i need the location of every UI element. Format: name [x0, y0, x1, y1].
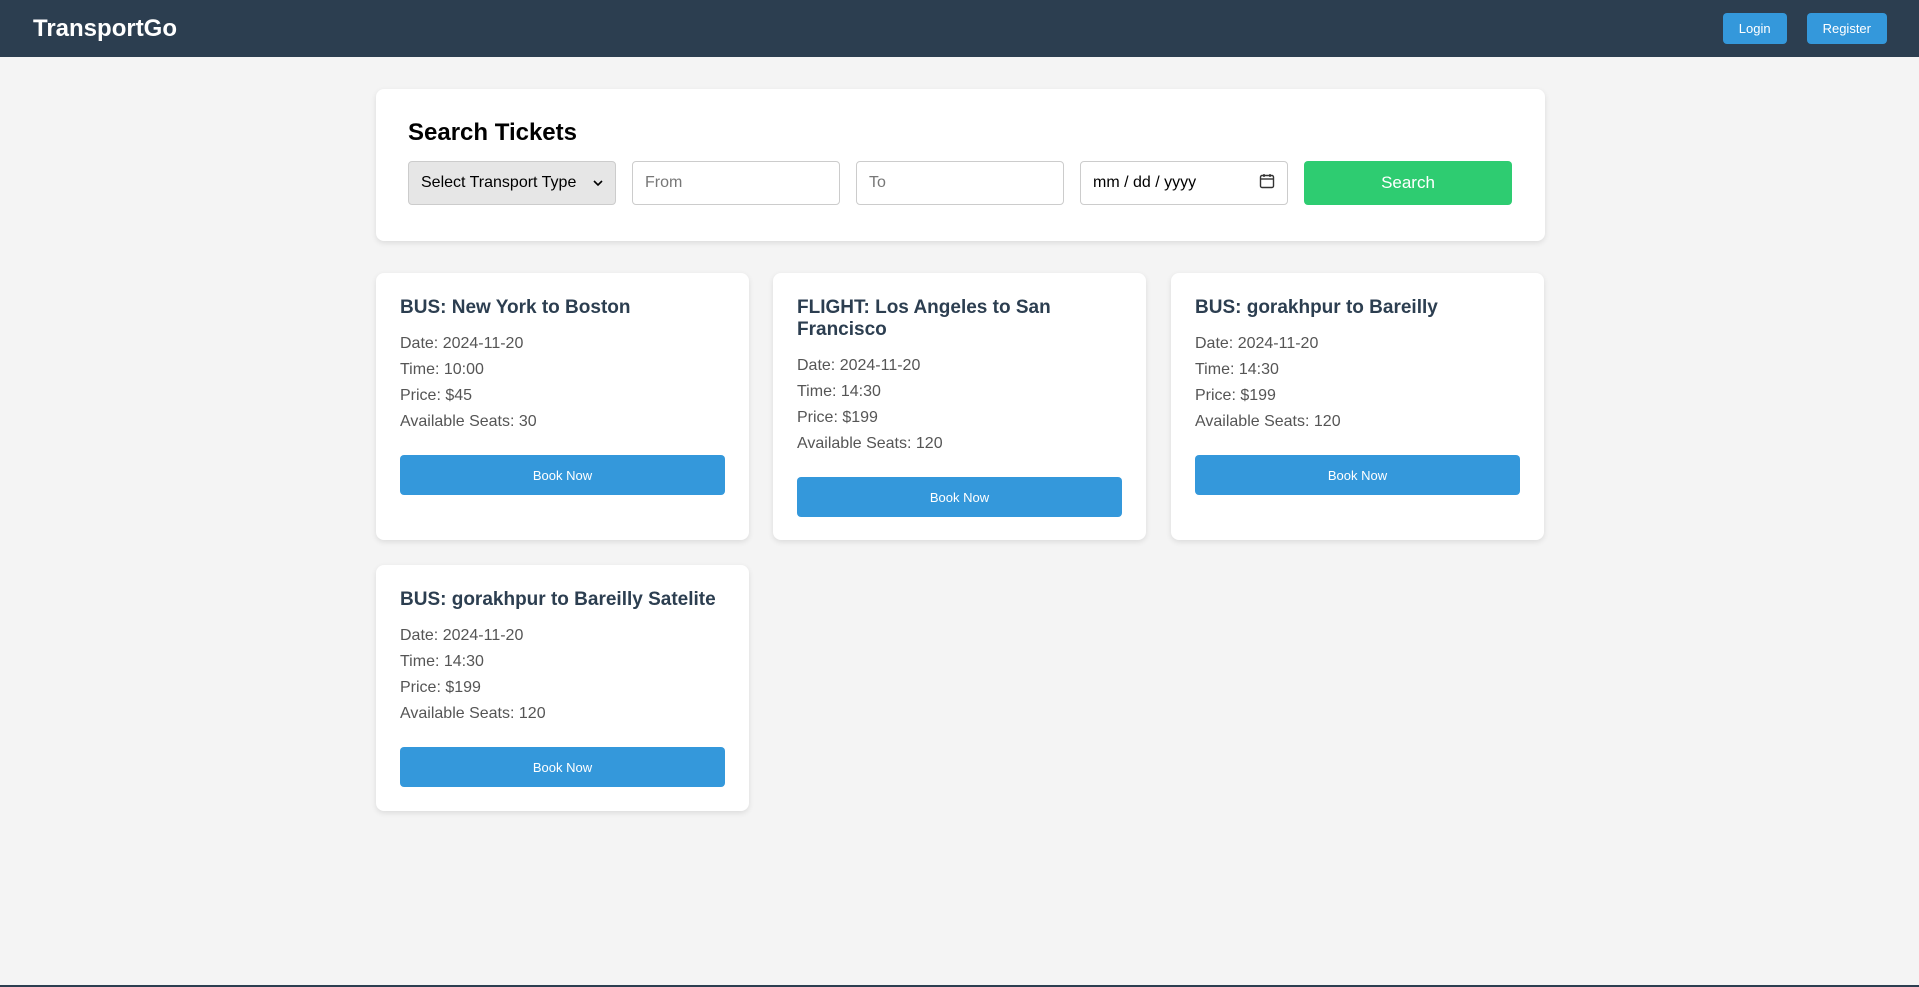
ticket-date: Date: 2024-11-20: [1195, 335, 1319, 352]
to-input[interactable]: [856, 161, 1064, 205]
ticket-date: Date: 2024-11-20: [797, 357, 921, 374]
ticket-time: Time: 10:00: [400, 361, 484, 378]
brand-logo[interactable]: TransportGo: [33, 15, 177, 43]
calendar-icon[interactable]: [1259, 173, 1275, 194]
transport-type-value: Select Transport Type: [421, 174, 577, 191]
ticket-seats: Available Seats: 120: [400, 705, 546, 722]
ticket-price: Price: $199: [400, 679, 481, 696]
date-placeholder: mm / dd / yyyy: [1093, 174, 1197, 191]
ticket-time: Time: 14:30: [1195, 361, 1279, 378]
book-now-button[interactable]: Book Now: [400, 455, 725, 495]
ticket-title: BUS: gorakhpur to Bareilly Satelite: [400, 589, 716, 610]
ticket-price: Price: $199: [1195, 387, 1276, 404]
ticket-seats: Available Seats: 120: [797, 435, 943, 452]
ticket-date: Date: 2024-11-20: [400, 335, 524, 352]
ticket-seats: Available Seats: 120: [1195, 413, 1341, 430]
login-button[interactable]: Login: [1722, 13, 1787, 44]
ticket-title: FLIGHT: Los Angeles to San Francisco: [797, 297, 1051, 340]
ticket-card: BUS: gorakhpur to Bareilly Satelite Date…: [376, 565, 749, 811]
ticket-card: BUS: gorakhpur to Bareilly Date: 2024-11…: [1171, 273, 1544, 540]
ticket-time: Time: 14:30: [797, 383, 881, 400]
search-title: Search Tickets: [408, 119, 577, 146]
ticket-time: Time: 14:30: [400, 653, 484, 670]
search-panel: Search Tickets Select Transport Type mm …: [376, 89, 1545, 241]
ticket-price: Price: $199: [797, 409, 878, 426]
ticket-title: BUS: gorakhpur to Bareilly: [1195, 297, 1438, 318]
search-form: Select Transport Type mm / dd / yyyy Sea…: [408, 161, 1513, 205]
chevron-down-icon: [593, 174, 603, 192]
from-input[interactable]: [632, 161, 840, 205]
ticket-price: Price: $45: [400, 387, 473, 404]
ticket-seats: Available Seats: 30: [400, 413, 537, 430]
book-now-button[interactable]: Book Now: [797, 477, 1122, 517]
navbar: TransportGo Login Register: [0, 0, 1919, 57]
book-now-button[interactable]: Book Now: [1195, 455, 1520, 495]
register-button[interactable]: Register: [1806, 13, 1887, 44]
transport-type-select[interactable]: Select Transport Type: [408, 161, 616, 205]
ticket-title: BUS: New York to Boston: [400, 297, 631, 318]
nav-actions: Login Register: [1722, 13, 1887, 44]
date-input[interactable]: mm / dd / yyyy: [1080, 161, 1288, 205]
ticket-card: BUS: New York to Boston Date: 2024-11-20…: [376, 273, 749, 540]
ticket-date: Date: 2024-11-20: [400, 627, 524, 644]
ticket-card: FLIGHT: Los Angeles to San Francisco Dat…: [773, 273, 1146, 540]
search-button[interactable]: Search: [1304, 161, 1512, 205]
book-now-button[interactable]: Book Now: [400, 747, 725, 787]
